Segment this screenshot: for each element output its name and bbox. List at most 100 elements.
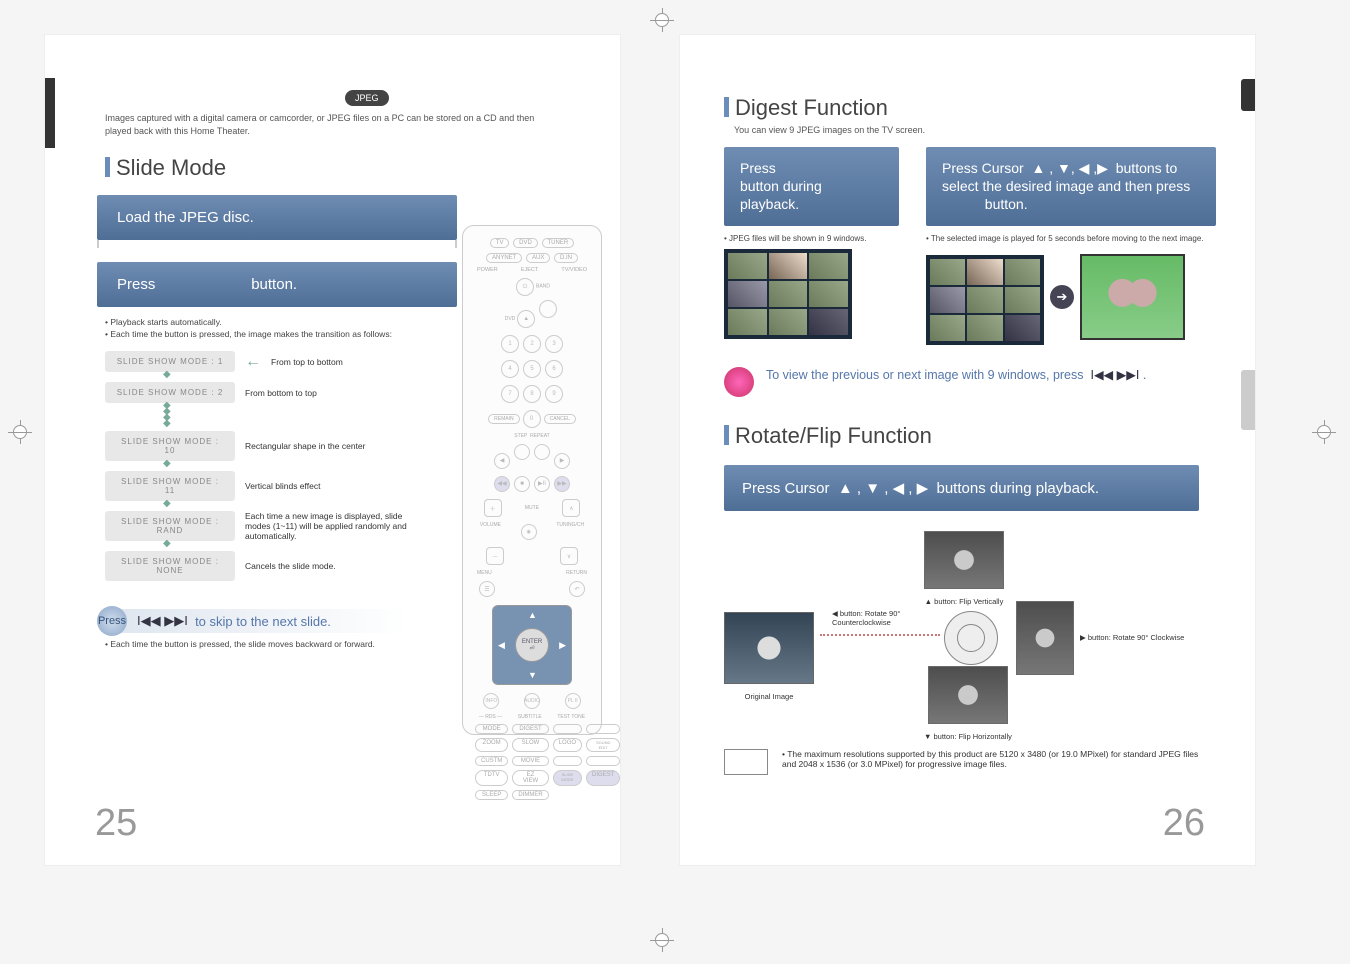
heading-bar xyxy=(724,97,729,117)
heading-bar xyxy=(105,157,110,177)
digest-title-text: Digest Function xyxy=(735,95,888,120)
arrow-icon: ➔ xyxy=(1050,285,1074,309)
step-btn xyxy=(514,444,530,460)
rot-bottom-label: ▼ button: Flip Horizontally xyxy=(924,732,1012,741)
nav-pad: ▲ ▼ ◀ ▶ ENTER⏎ xyxy=(492,605,572,685)
step2-press: Press xyxy=(117,276,155,293)
digest-result-row: ➔ xyxy=(926,249,1226,345)
rot-left-b: Counterclockwise xyxy=(832,618,891,627)
num-6: 6 xyxy=(545,360,563,378)
num-4: 4 xyxy=(501,360,519,378)
thumb-grid-2 xyxy=(926,255,1044,345)
note-icon xyxy=(724,749,768,775)
tip-a: To view the previous or next image with … xyxy=(766,368,1084,382)
crop-mark-left xyxy=(8,432,38,462)
rot-top-label: ▲ button: Flip Vertically xyxy=(924,597,1004,606)
rot-a: Press Cursor xyxy=(742,480,830,497)
eject-icon: ▲ xyxy=(517,310,535,328)
tuning-label: TUNING/CH xyxy=(556,522,584,542)
tip-badge-icon xyxy=(724,367,754,397)
repeat-btn xyxy=(534,444,550,460)
nav-down-icon: ▼ xyxy=(528,670,537,680)
rb-tdtv: TDTV xyxy=(475,770,508,786)
heading-bar xyxy=(724,425,729,445)
thumb xyxy=(809,253,848,279)
remote-din: D.IN xyxy=(554,253,578,263)
rb-slow: SLOW xyxy=(512,738,548,752)
rb-blank1 xyxy=(553,724,582,734)
page-right: Digest Function You can view 9 JPEG imag… xyxy=(680,35,1255,865)
power-icon: ⏻ xyxy=(516,278,534,296)
thumb xyxy=(930,287,965,313)
original-image-block: Original Image xyxy=(724,612,814,701)
rb-ezview: EZ VIEW xyxy=(512,770,548,786)
rotate-heading: Rotate/Flip Function xyxy=(680,423,1255,449)
return-btn: ↶ xyxy=(569,581,585,597)
remain-btn: REMAIN xyxy=(488,414,519,424)
skip-note-text: Each time the button is pressed, the sli… xyxy=(110,639,375,649)
page-left: JPEG Images captured with a digital came… xyxy=(45,35,620,865)
thumb xyxy=(728,253,767,279)
d1-press: Press xyxy=(740,160,776,176)
skip-circle: Press xyxy=(97,606,127,636)
num-7: 7 xyxy=(501,385,519,403)
rot-bottom-block: ▼ button: Flip Horizontally xyxy=(924,666,1012,741)
rb-logo: LOGO xyxy=(553,738,582,752)
thumb xyxy=(1005,287,1040,313)
remote-power-label: POWER xyxy=(477,267,498,273)
mode-desc-10: Rectangular shape in the center xyxy=(245,441,425,451)
page-number-left: 25 xyxy=(95,802,137,845)
crop-circle xyxy=(1317,425,1331,439)
mode-chip-rand: SLIDE SHOW MODE : RAND xyxy=(105,511,235,541)
step-2-header: Press button. xyxy=(97,262,457,307)
next-icon: ▶ xyxy=(554,453,570,469)
rb-zoom: ZOOM xyxy=(475,738,508,752)
step-spacer xyxy=(97,240,457,248)
thumb-grid-1 xyxy=(724,249,852,339)
tip-row: To view the previous or next image with … xyxy=(724,367,1255,397)
mode-desc-rand: Each time a new image is displayed, slid… xyxy=(245,511,425,541)
rot-right-block: ▶ button: Rotate 90° Clockwise xyxy=(1016,601,1196,675)
crop-circle xyxy=(13,425,27,439)
tip-text: To view the previous or next image with … xyxy=(766,367,1146,382)
mute-icon: ◉ xyxy=(521,524,537,540)
rb-dimmer: DIMMER xyxy=(512,790,548,800)
rb-custm: CUSTM xyxy=(475,756,508,766)
num-5: 5 xyxy=(523,360,541,378)
crop-mark-bottom xyxy=(662,934,692,964)
digest-col-1: Press button during playback. JPEG files… xyxy=(724,147,914,345)
remote-dvd: DVD xyxy=(513,238,538,248)
slide-mode-title-text: Slide Mode xyxy=(116,155,226,180)
crop-mark-right xyxy=(1312,432,1342,462)
stop-icon: ■ xyxy=(514,476,530,492)
mode-desc-2: From bottom to top xyxy=(245,388,425,398)
volume-label: VOLUME xyxy=(480,522,501,542)
num-3: 3 xyxy=(545,335,563,353)
thumb xyxy=(769,253,808,279)
ch-up: ∧ xyxy=(562,499,580,517)
d1-rest: button during playback. xyxy=(740,178,822,212)
num-8: 8 xyxy=(523,385,541,403)
plii-btn: PL II xyxy=(565,693,581,709)
return-label: RETURN xyxy=(566,570,587,576)
rotate-diagram: Original Image ▲ button: Flip Vertically… xyxy=(724,531,1204,741)
rew-icon: ◀◀ xyxy=(494,476,510,492)
cancel-btn: CANCEL xyxy=(544,414,576,424)
digest-col-2: Press Cursor ▲ , ▼, ◀ ,▶ buttons to sele… xyxy=(926,147,1226,345)
mode-desc-1: From top to bottom xyxy=(271,357,451,367)
nav-left-icon: ◀ xyxy=(498,640,505,651)
rot-left-a: ◀ button: Rotate 90° xyxy=(832,609,900,618)
vol-up: ＋ xyxy=(484,499,502,517)
thumb xyxy=(967,287,1002,313)
digest-step-2: Press Cursor ▲ , ▼, ◀ ,▶ buttons to sele… xyxy=(926,147,1216,226)
audio-btn: AUDIO xyxy=(524,693,540,709)
mode-chip-none: SLIDE SHOW MODE : NONE xyxy=(105,551,235,581)
thumb xyxy=(930,315,965,341)
original-label: Original Image xyxy=(724,692,814,701)
side-tab-left xyxy=(45,78,55,148)
vol-down: － xyxy=(486,547,504,565)
rot-b: buttons during playback. xyxy=(936,480,1099,497)
side-tab-right xyxy=(1241,79,1255,111)
thumb xyxy=(1005,315,1040,341)
step-label: STEP xyxy=(514,433,527,439)
